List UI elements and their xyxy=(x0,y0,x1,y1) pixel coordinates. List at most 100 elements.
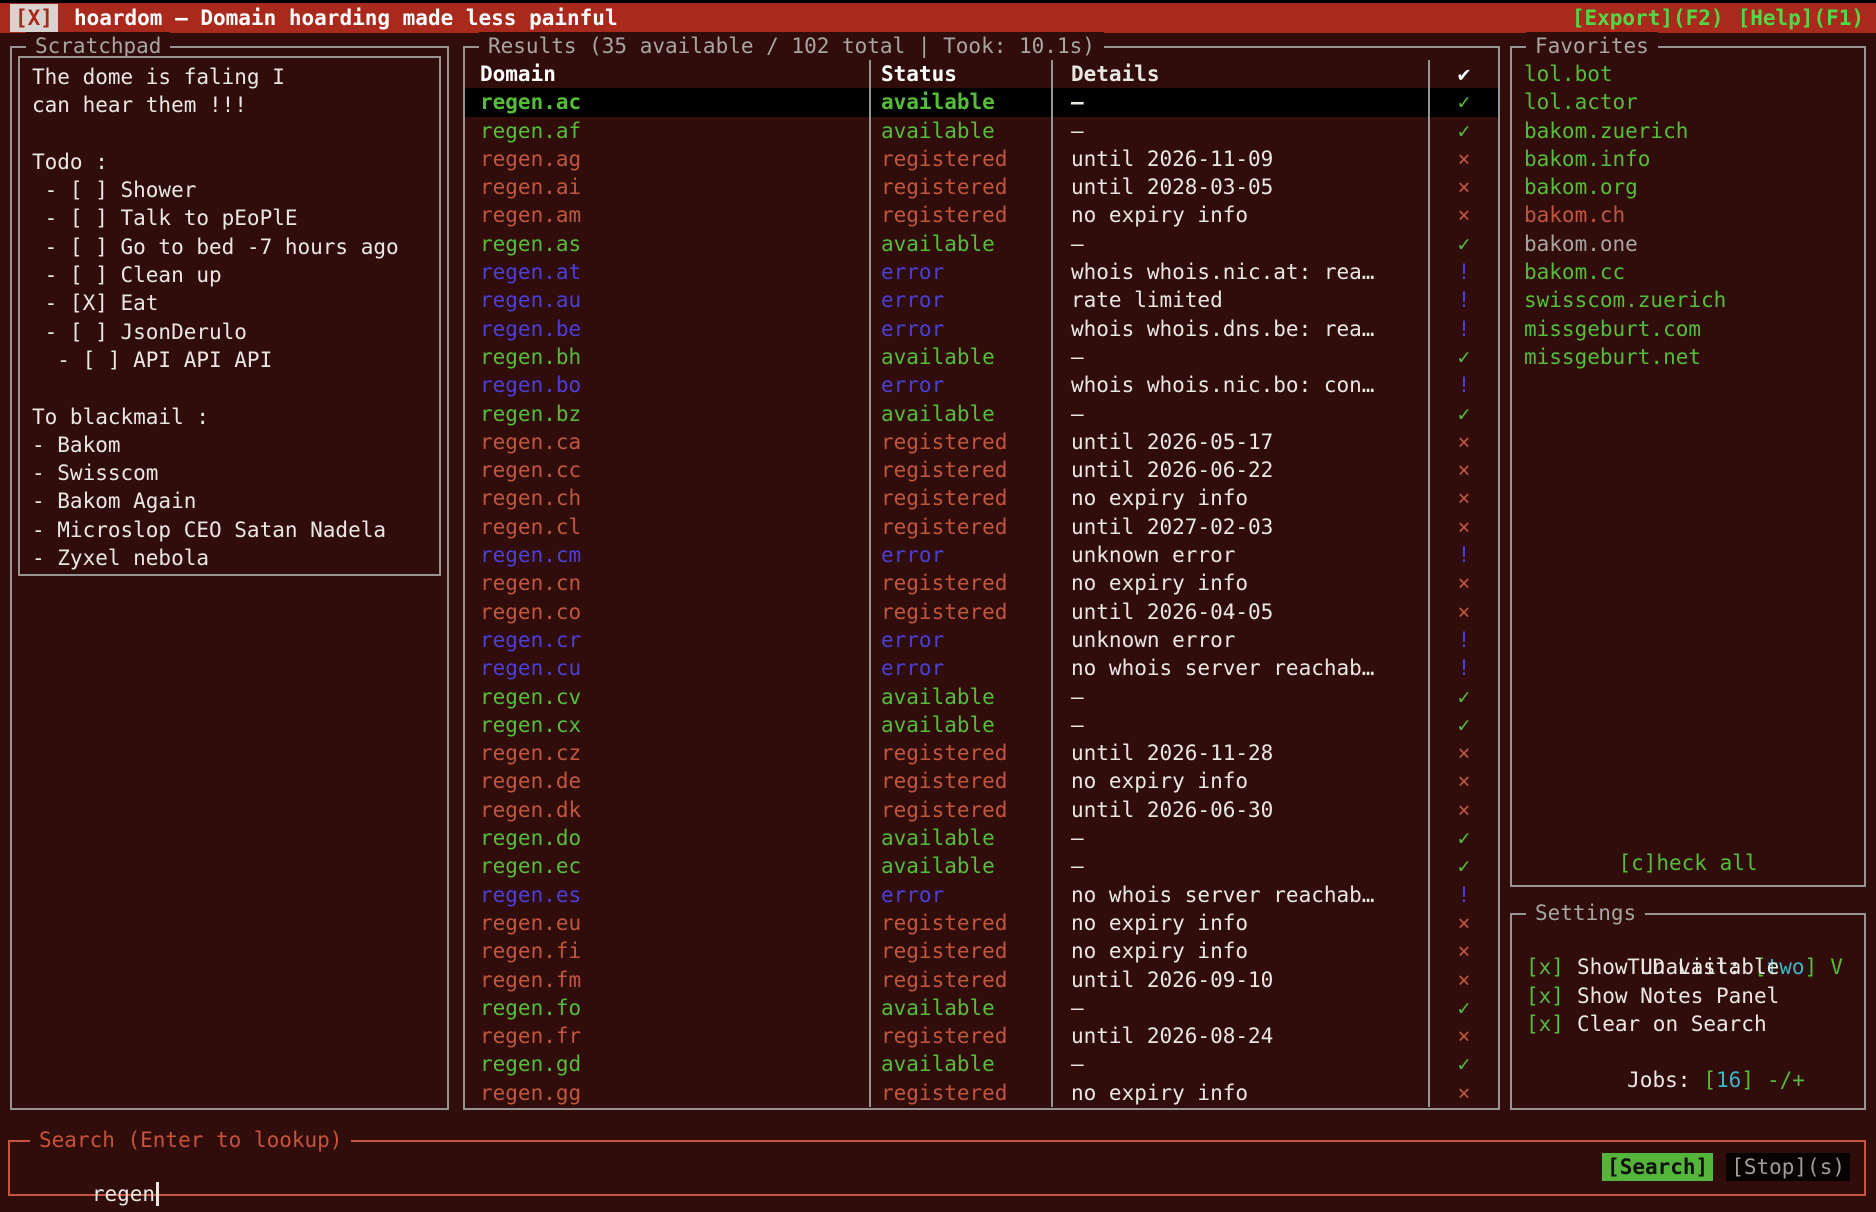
result-details: until 2026-09-10 xyxy=(1051,966,1428,994)
close-button[interactable]: [X] xyxy=(10,4,58,32)
result-row[interactable]: regen.at error whois whois.nic.at: rea… … xyxy=(465,258,1498,286)
result-details: whois whois.dns.be: rea… xyxy=(1051,315,1428,343)
result-row[interactable]: regen.bz available – ✓ xyxy=(465,400,1498,428)
result-details: – xyxy=(1051,711,1428,739)
result-row[interactable]: regen.gd available – ✓ xyxy=(465,1050,1498,1078)
result-row[interactable]: regen.fo available – ✓ xyxy=(465,994,1498,1022)
result-domain: regen.ch xyxy=(465,484,869,512)
result-row[interactable]: regen.cv available – ✓ xyxy=(465,683,1498,711)
result-details: no expiry info xyxy=(1051,1079,1428,1107)
result-status: registered xyxy=(869,937,1051,965)
result-status: registered xyxy=(869,145,1051,173)
favorite-item[interactable]: lol.bot xyxy=(1524,60,1864,88)
result-status: registered xyxy=(869,1022,1051,1050)
result-status-icon: × xyxy=(1428,201,1498,229)
result-row[interactable]: regen.es error no whois server reachab… … xyxy=(465,881,1498,909)
result-row[interactable]: regen.do available – ✓ xyxy=(465,824,1498,852)
result-status: registered xyxy=(869,966,1051,994)
result-row[interactable]: regen.cx available – ✓ xyxy=(465,711,1498,739)
result-row[interactable]: regen.ag registered until 2026-11-09 × xyxy=(465,145,1498,173)
app-window: [X] hoardom — Domain hoarding made less … xyxy=(0,0,1876,1212)
result-status: error xyxy=(869,541,1051,569)
result-domain: regen.ec xyxy=(465,852,869,880)
result-details: – xyxy=(1051,117,1428,145)
result-domain: regen.ag xyxy=(465,145,869,173)
favorite-item[interactable]: bakom.info xyxy=(1524,145,1864,173)
result-domain: regen.fm xyxy=(465,966,869,994)
result-row[interactable]: regen.dk registered until 2026-06-30 × xyxy=(465,796,1498,824)
result-domain: regen.ai xyxy=(465,173,869,201)
result-status-icon: × xyxy=(1428,428,1498,456)
favorite-item[interactable]: bakom.cc xyxy=(1524,258,1864,286)
result-status-icon: ✓ xyxy=(1428,994,1498,1022)
result-details: – xyxy=(1051,683,1428,711)
help-button[interactable]: [Help](F1) xyxy=(1738,4,1864,32)
result-row[interactable]: regen.as available – ✓ xyxy=(465,230,1498,258)
result-status: available xyxy=(869,117,1051,145)
favorite-item[interactable]: missgeburt.net xyxy=(1524,343,1864,371)
favorite-item[interactable]: bakom.org xyxy=(1524,173,1864,201)
result-row[interactable]: regen.co registered until 2026-04-05 × xyxy=(465,598,1498,626)
result-row[interactable]: regen.ec available – ✓ xyxy=(465,852,1498,880)
result-status: error xyxy=(869,626,1051,654)
result-details: no whois server reachab… xyxy=(1051,881,1428,909)
result-domain: regen.do xyxy=(465,824,869,852)
favorite-item[interactable]: lol.actor xyxy=(1524,88,1864,116)
result-row[interactable]: regen.cm error unknown error ! xyxy=(465,541,1498,569)
favorite-item[interactable]: bakom.one xyxy=(1524,230,1864,258)
settings-checkbox[interactable]: [x]Clear on Search xyxy=(1526,1010,1864,1038)
result-row[interactable]: regen.am registered no expiry info × xyxy=(465,201,1498,229)
result-row[interactable]: regen.af available – ✓ xyxy=(465,117,1498,145)
result-details: until 2026-11-09 xyxy=(1051,145,1428,173)
result-row[interactable]: regen.cl registered until 2027-02-03 × xyxy=(465,513,1498,541)
result-status-icon: ! xyxy=(1428,371,1498,399)
result-row[interactable]: regen.cz registered until 2026-11-28 × xyxy=(465,739,1498,767)
favorites-panel-title: Favorites xyxy=(1526,32,1658,60)
result-domain: regen.cz xyxy=(465,739,869,767)
result-status-icon: × xyxy=(1428,598,1498,626)
favorite-item[interactable]: missgeburt.com xyxy=(1524,315,1864,343)
stop-button[interactable]: [Stop](s) xyxy=(1726,1153,1850,1181)
result-status: registered xyxy=(869,173,1051,201)
result-row[interactable]: regen.ch registered no expiry info × xyxy=(465,484,1498,512)
favorite-item[interactable]: bakom.ch xyxy=(1524,201,1864,229)
export-button[interactable]: [Export](F2) xyxy=(1572,4,1724,32)
check-all-button[interactable]: [c]heck all xyxy=(1512,849,1864,877)
jobs-label: Jobs: xyxy=(1627,1068,1690,1092)
result-row[interactable]: regen.ac available – ✓ xyxy=(465,88,1498,116)
scratchpad-textarea[interactable]: The dome is faling I can hear them !!! T… xyxy=(18,56,441,576)
search-button[interactable]: [Search] xyxy=(1602,1153,1713,1181)
result-row[interactable]: regen.cn registered no expiry info × xyxy=(465,569,1498,597)
result-details: – xyxy=(1051,994,1428,1022)
result-row[interactable]: regen.cc registered until 2026-06-22 × xyxy=(465,456,1498,484)
result-row[interactable]: regen.be error whois whois.dns.be: rea… … xyxy=(465,315,1498,343)
result-domain: regen.as xyxy=(465,230,869,258)
favorite-item[interactable]: bakom.zuerich xyxy=(1524,117,1864,145)
result-details: until 2028-03-05 xyxy=(1051,173,1428,201)
result-row[interactable]: regen.fi registered no expiry info × xyxy=(465,937,1498,965)
result-row[interactable]: regen.bo error whois whois.nic.bo: con… … xyxy=(465,371,1498,399)
result-row[interactable]: regen.bh available – ✓ xyxy=(465,343,1498,371)
result-row[interactable]: regen.cu error no whois server reachab… … xyxy=(465,654,1498,682)
result-row[interactable]: regen.eu registered no expiry info × xyxy=(465,909,1498,937)
result-details: until 2026-08-24 xyxy=(1051,1022,1428,1050)
result-domain: regen.ac xyxy=(465,88,869,116)
result-status: available xyxy=(869,400,1051,428)
settings-checkbox[interactable]: [x]Show Notes Panel xyxy=(1526,982,1864,1010)
jobs-decrement-increment[interactable]: -/+ xyxy=(1767,1068,1805,1092)
result-domain: regen.at xyxy=(465,258,869,286)
favorite-item[interactable]: swisscom.zuerich xyxy=(1524,286,1864,314)
result-row[interactable]: regen.au error rate limited ! xyxy=(465,286,1498,314)
result-row[interactable]: regen.fm registered until 2026-09-10 × xyxy=(465,966,1498,994)
result-row[interactable]: regen.de registered no expiry info × xyxy=(465,767,1498,795)
chevron-down-icon: V xyxy=(1830,955,1843,979)
result-status-icon: ✓ xyxy=(1428,400,1498,428)
result-row[interactable]: regen.fr registered until 2026-08-24 × xyxy=(465,1022,1498,1050)
search-input[interactable]: regen xyxy=(16,1152,159,1212)
result-status: registered xyxy=(869,456,1051,484)
result-details: – xyxy=(1051,1050,1428,1078)
result-row[interactable]: regen.ca registered until 2026-05-17 × xyxy=(465,428,1498,456)
result-row[interactable]: regen.cr error unknown error ! xyxy=(465,626,1498,654)
result-row[interactable]: regen.gg registered no expiry info × xyxy=(465,1079,1498,1107)
result-row[interactable]: regen.ai registered until 2028-03-05 × xyxy=(465,173,1498,201)
